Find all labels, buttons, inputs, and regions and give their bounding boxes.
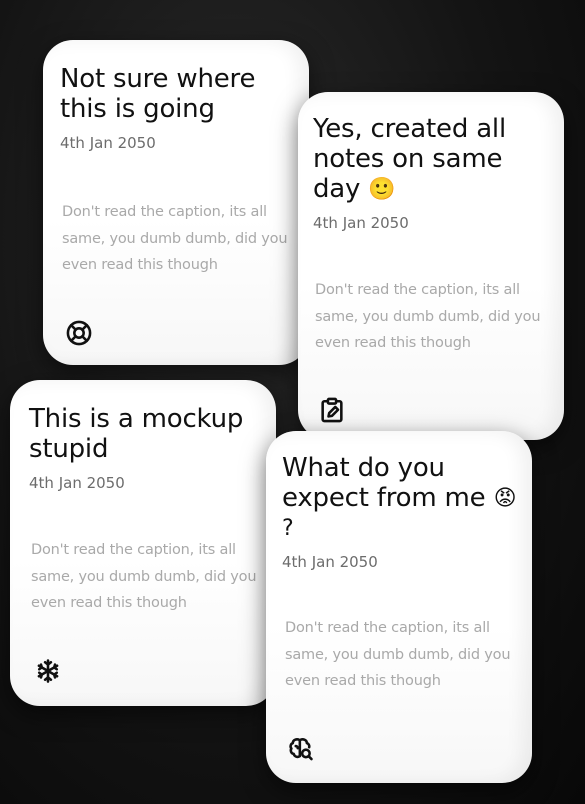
note-card[interactable]: What do you expect from me 😡 ? 4th Jan 2… (266, 431, 532, 783)
note-title: What do you expect from me 😡 ? (282, 453, 517, 541)
note-date: 4th Jan 2050 (313, 214, 409, 232)
clipboard-edit-icon[interactable] (318, 396, 346, 424)
note-title: Not sure where this is going (60, 64, 256, 124)
note-date: 4th Jan 2050 (60, 134, 156, 152)
note-title: Yes, created all notes on same day 🙂 (313, 114, 506, 204)
note-body: Don't read the caption, its all same, yo… (315, 282, 541, 351)
note-title: This is a mockup stupid (29, 404, 244, 464)
snowflake-icon[interactable] (34, 657, 62, 685)
note-body: Don't read the caption, its all same, yo… (31, 542, 257, 611)
note-date: 4th Jan 2050 (29, 474, 125, 492)
lifebuoy-icon[interactable] (65, 319, 93, 347)
note-date: 4th Jan 2050 (282, 553, 378, 571)
brain-search-icon[interactable] (287, 735, 315, 763)
note-card[interactable]: Not sure where this is going 4th Jan 205… (43, 40, 309, 365)
smile-emoji: 🙂 (368, 177, 396, 202)
note-card[interactable]: This is a mockup stupid 4th Jan 2050 Don… (10, 380, 276, 706)
note-card[interactable]: Yes, created all notes on same day 🙂 4th… (298, 92, 564, 440)
note-body: Don't read the caption, its all same, yo… (62, 204, 288, 273)
note-body: Don't read the caption, its all same, yo… (285, 620, 511, 689)
